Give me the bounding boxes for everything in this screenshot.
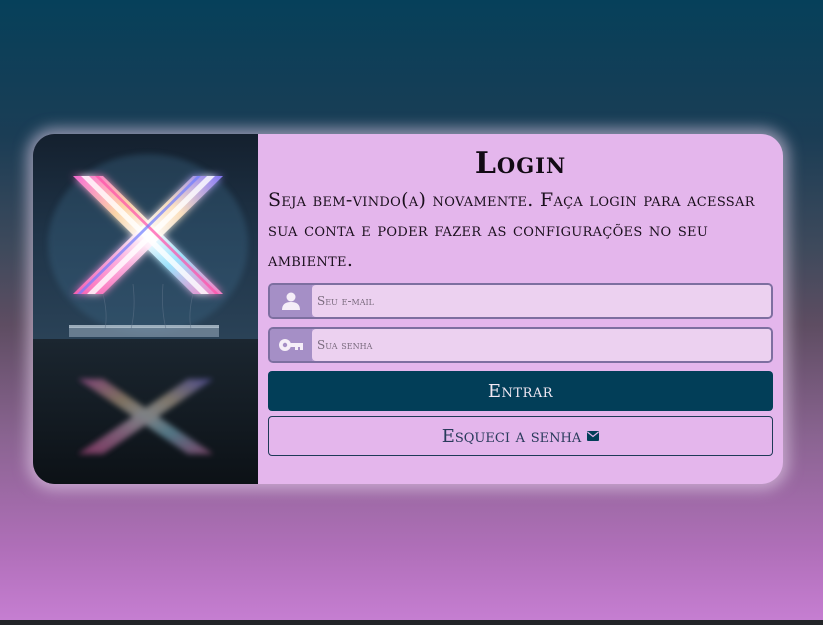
email-input[interactable]: [312, 285, 771, 317]
login-card: Login Seja bem-vindo(a) novamente. Faça …: [33, 134, 783, 484]
login-form: Login Seja bem-vindo(a) novamente. Faça …: [258, 134, 783, 484]
welcome-text: Seja bem-vindo(a) novamente. Faça login …: [268, 189, 755, 271]
login-button[interactable]: Entrar: [268, 371, 773, 411]
page-title: Login: [474, 146, 567, 181]
key-icon: [270, 329, 312, 361]
forgot-password-button[interactable]: Esqueci a senha: [268, 416, 773, 456]
neon-x-illustration: [33, 134, 258, 484]
bottom-bar: [0, 620, 823, 625]
forgot-password-label: Esqueci a senha: [441, 425, 582, 447]
password-input[interactable]: [312, 329, 771, 361]
mail-icon: [587, 431, 600, 441]
password-field: [268, 327, 773, 363]
neon-x-image: [33, 134, 258, 484]
user-icon: [270, 285, 312, 317]
email-field: [268, 283, 773, 319]
